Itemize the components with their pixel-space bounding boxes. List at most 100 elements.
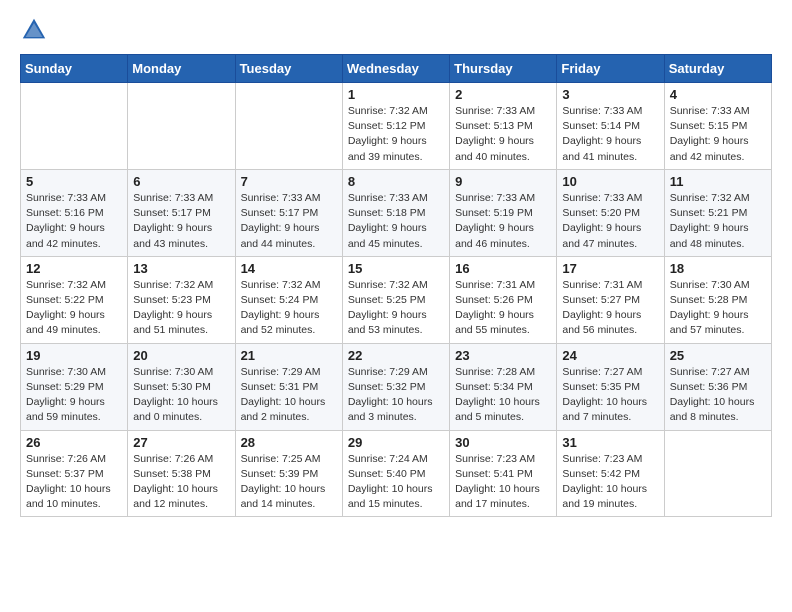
day-number: 6 xyxy=(133,174,229,189)
day-number: 30 xyxy=(455,435,551,450)
day-number: 28 xyxy=(241,435,337,450)
day-of-week-thursday: Thursday xyxy=(450,55,557,83)
calendar-week-1: 1 Sunrise: 7:32 AM Sunset: 5:12 PM Daylig… xyxy=(21,83,772,170)
day-of-week-monday: Monday xyxy=(128,55,235,83)
day-info: Sunrise: 7:25 AM Sunset: 5:39 PM Dayligh… xyxy=(241,453,326,511)
day-number: 26 xyxy=(26,435,122,450)
day-number: 2 xyxy=(455,87,551,102)
day-info: Sunrise: 7:32 AM Sunset: 5:25 PM Dayligh… xyxy=(348,279,428,337)
day-number: 1 xyxy=(348,87,444,102)
calendar-week-2: 5Sunrise: 7:33 AM Sunset: 5:16 PM Daylig… xyxy=(21,169,772,256)
day-info: Sunrise: 7:33 AM Sunset: 5:15 PM Dayligh… xyxy=(670,105,750,163)
day-info: Sunrise: 7:33 AM Sunset: 5:17 PM Dayligh… xyxy=(241,192,321,250)
day-number: 24 xyxy=(562,348,658,363)
calendar-cell: 11 Sunrise: 7:32 AM Sunset: 5:21 PM Dayli… xyxy=(664,169,771,256)
calendar-cell: 14 Sunrise: 7:32 AM Sunset: 5:24 PM Dayli… xyxy=(235,256,342,343)
day-number: 18 xyxy=(670,261,766,276)
day-info: Sunrise: 7:31 AM Sunset: 5:26 PM Dayligh… xyxy=(455,279,535,337)
day-info: Sunrise: 7:33 AM Sunset: 5:14 PM Dayligh… xyxy=(562,105,642,163)
day-info: Sunrise: 7:29 AM Sunset: 5:32 PM Dayligh… xyxy=(348,366,433,424)
calendar-cell: 23 Sunrise: 7:28 AM Sunset: 5:34 PM Dayli… xyxy=(450,343,557,430)
day-info: Sunrise: 7:30 AM Sunset: 5:30 PM Dayligh… xyxy=(133,366,218,424)
day-info: Sunrise: 7:32 AM Sunset: 5:22 PM Dayligh… xyxy=(26,279,106,337)
day-info: Sunrise: 7:28 AM Sunset: 5:34 PM Dayligh… xyxy=(455,366,540,424)
day-number: 12 xyxy=(26,261,122,276)
calendar-cell xyxy=(235,83,342,170)
calendar: SundayMondayTuesdayWednesdayThursdayFrid… xyxy=(20,54,772,517)
day-header-row: SundayMondayTuesdayWednesdayThursdayFrid… xyxy=(21,55,772,83)
calendar-cell: 20 Sunrise: 7:30 AM Sunset: 5:30 PM Dayli… xyxy=(128,343,235,430)
day-of-week-sunday: Sunday xyxy=(21,55,128,83)
calendar-cell xyxy=(128,83,235,170)
calendar-cell: 28 Sunrise: 7:25 AM Sunset: 5:39 PM Dayli… xyxy=(235,430,342,517)
day-info: Sunrise: 7:30 AM Sunset: 5:28 PM Dayligh… xyxy=(670,279,750,337)
calendar-cell: 25Sunrise: 7:27 AM Sunset: 5:36 PM Dayli… xyxy=(664,343,771,430)
day-number: 15 xyxy=(348,261,444,276)
day-number: 22 xyxy=(348,348,444,363)
day-number: 27 xyxy=(133,435,229,450)
calendar-cell xyxy=(664,430,771,517)
day-number: 7 xyxy=(241,174,337,189)
calendar-cell xyxy=(21,83,128,170)
calendar-cell: 5Sunrise: 7:33 AM Sunset: 5:16 PM Daylig… xyxy=(21,169,128,256)
calendar-cell: 2 Sunrise: 7:33 AM Sunset: 5:13 PM Daylig… xyxy=(450,83,557,170)
day-number: 19 xyxy=(26,348,122,363)
day-info: Sunrise: 7:26 AM Sunset: 5:38 PM Dayligh… xyxy=(133,453,218,511)
day-of-week-wednesday: Wednesday xyxy=(342,55,449,83)
day-info: Sunrise: 7:29 AM Sunset: 5:31 PM Dayligh… xyxy=(241,366,326,424)
calendar-cell: 29 Sunrise: 7:24 AM Sunset: 5:40 PM Dayli… xyxy=(342,430,449,517)
calendar-cell: 31 Sunrise: 7:23 AM Sunset: 5:42 PM Dayli… xyxy=(557,430,664,517)
calendar-cell: 13Sunrise: 7:32 AM Sunset: 5:23 PM Dayli… xyxy=(128,256,235,343)
day-info: Sunrise: 7:30 AM Sunset: 5:29 PM Dayligh… xyxy=(26,366,106,424)
day-of-week-friday: Friday xyxy=(557,55,664,83)
day-info: Sunrise: 7:33 AM Sunset: 5:17 PM Dayligh… xyxy=(133,192,213,250)
day-info: Sunrise: 7:32 AM Sunset: 5:24 PM Dayligh… xyxy=(241,279,321,337)
day-info: Sunrise: 7:33 AM Sunset: 5:13 PM Dayligh… xyxy=(455,105,535,163)
calendar-cell: 17Sunrise: 7:31 AM Sunset: 5:27 PM Dayli… xyxy=(557,256,664,343)
day-number: 29 xyxy=(348,435,444,450)
calendar-week-4: 19 Sunrise: 7:30 AM Sunset: 5:29 PM Dayli… xyxy=(21,343,772,430)
calendar-cell: 30 Sunrise: 7:23 AM Sunset: 5:41 PM Dayli… xyxy=(450,430,557,517)
calendar-cell: 18 Sunrise: 7:30 AM Sunset: 5:28 PM Dayli… xyxy=(664,256,771,343)
calendar-cell: 8Sunrise: 7:33 AM Sunset: 5:18 PM Daylig… xyxy=(342,169,449,256)
calendar-cell: 1 Sunrise: 7:32 AM Sunset: 5:12 PM Daylig… xyxy=(342,83,449,170)
day-number: 23 xyxy=(455,348,551,363)
day-number: 14 xyxy=(241,261,337,276)
calendar-week-5: 26 Sunrise: 7:26 AM Sunset: 5:37 PM Dayli… xyxy=(21,430,772,517)
day-number: 31 xyxy=(562,435,658,450)
day-info: Sunrise: 7:23 AM Sunset: 5:42 PM Dayligh… xyxy=(562,453,647,511)
calendar-cell: 9 Sunrise: 7:33 AM Sunset: 5:19 PM Daylig… xyxy=(450,169,557,256)
calendar-cell: 16 Sunrise: 7:31 AM Sunset: 5:26 PM Dayli… xyxy=(450,256,557,343)
day-number: 9 xyxy=(455,174,551,189)
calendar-cell: 10Sunrise: 7:33 AM Sunset: 5:20 PM Dayli… xyxy=(557,169,664,256)
day-of-week-saturday: Saturday xyxy=(664,55,771,83)
page: SundayMondayTuesdayWednesdayThursdayFrid… xyxy=(0,0,792,533)
day-number: 11 xyxy=(670,174,766,189)
day-number: 5 xyxy=(26,174,122,189)
header xyxy=(20,16,772,44)
day-number: 16 xyxy=(455,261,551,276)
calendar-cell: 27 Sunrise: 7:26 AM Sunset: 5:38 PM Dayli… xyxy=(128,430,235,517)
calendar-cell: 6 Sunrise: 7:33 AM Sunset: 5:17 PM Daylig… xyxy=(128,169,235,256)
day-info: Sunrise: 7:26 AM Sunset: 5:37 PM Dayligh… xyxy=(26,453,111,511)
day-info: Sunrise: 7:23 AM Sunset: 5:41 PM Dayligh… xyxy=(455,453,540,511)
day-info: Sunrise: 7:27 AM Sunset: 5:36 PM Dayligh… xyxy=(670,366,755,424)
calendar-cell: 3 Sunrise: 7:33 AM Sunset: 5:14 PM Daylig… xyxy=(557,83,664,170)
day-info: Sunrise: 7:32 AM Sunset: 5:23 PM Dayligh… xyxy=(133,279,213,337)
calendar-cell: 7 Sunrise: 7:33 AM Sunset: 5:17 PM Daylig… xyxy=(235,169,342,256)
day-info: Sunrise: 7:33 AM Sunset: 5:18 PM Dayligh… xyxy=(348,192,428,250)
day-info: Sunrise: 7:32 AM Sunset: 5:21 PM Dayligh… xyxy=(670,192,750,250)
day-number: 20 xyxy=(133,348,229,363)
logo xyxy=(20,16,52,44)
calendar-cell: 15 Sunrise: 7:32 AM Sunset: 5:25 PM Dayli… xyxy=(342,256,449,343)
day-number: 3 xyxy=(562,87,658,102)
day-info: Sunrise: 7:24 AM Sunset: 5:40 PM Dayligh… xyxy=(348,453,433,511)
day-number: 17 xyxy=(562,261,658,276)
logo-icon xyxy=(20,16,48,44)
calendar-cell: 21 Sunrise: 7:29 AM Sunset: 5:31 PM Dayli… xyxy=(235,343,342,430)
day-info: Sunrise: 7:33 AM Sunset: 5:19 PM Dayligh… xyxy=(455,192,535,250)
day-info: Sunrise: 7:32 AM Sunset: 5:12 PM Dayligh… xyxy=(348,105,428,163)
day-number: 21 xyxy=(241,348,337,363)
calendar-cell: 19 Sunrise: 7:30 AM Sunset: 5:29 PM Dayli… xyxy=(21,343,128,430)
calendar-cell: 26 Sunrise: 7:26 AM Sunset: 5:37 PM Dayli… xyxy=(21,430,128,517)
